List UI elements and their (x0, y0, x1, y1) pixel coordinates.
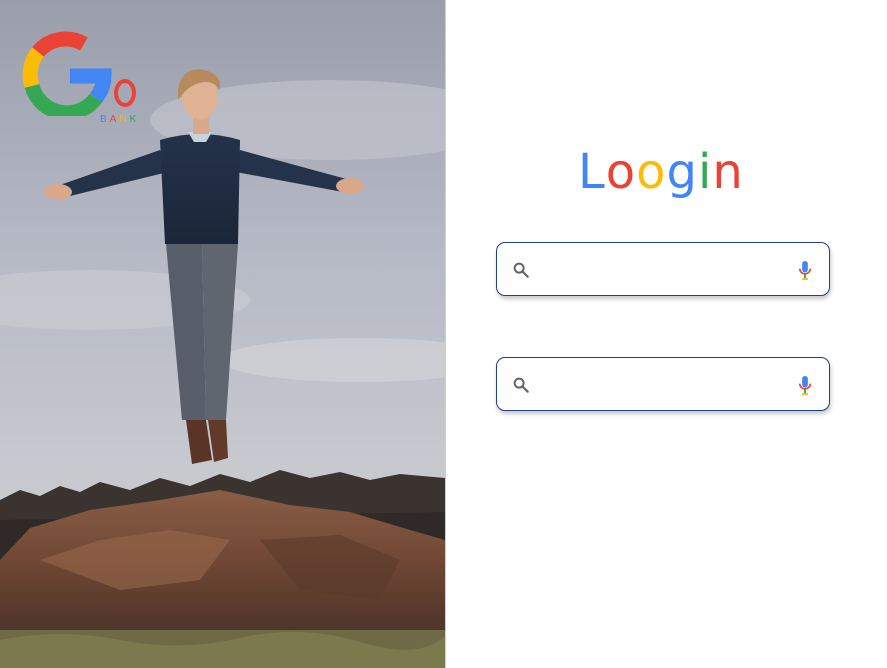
logo-subtitle-letter: A (109, 114, 120, 125)
password-input[interactable] (541, 368, 789, 402)
microphone-icon[interactable] (798, 375, 812, 396)
title-letter: o (636, 144, 667, 200)
microphone-icon[interactable] (798, 260, 812, 281)
username-field[interactable] (496, 242, 830, 296)
title-letter: o (605, 144, 637, 200)
go-bank-logo[interactable]: BANK (22, 26, 147, 130)
hero-photo: BANK (0, 0, 446, 668)
username-input[interactable] (541, 253, 789, 287)
logo-subtitle-letter: B (100, 114, 110, 125)
search-icon (513, 377, 529, 393)
password-field[interactable] (496, 357, 830, 411)
title-letter: i (697, 144, 713, 200)
login-title: Loogin (578, 140, 748, 204)
title-letter: n (712, 144, 744, 200)
title-letter: g (666, 144, 698, 200)
logo-subtitle-letter: K (129, 114, 140, 125)
search-icon (513, 262, 529, 278)
logo-subtitle: BANK (100, 114, 139, 125)
title-letter: L (578, 144, 606, 200)
logo-subtitle-letter: N (119, 114, 130, 125)
